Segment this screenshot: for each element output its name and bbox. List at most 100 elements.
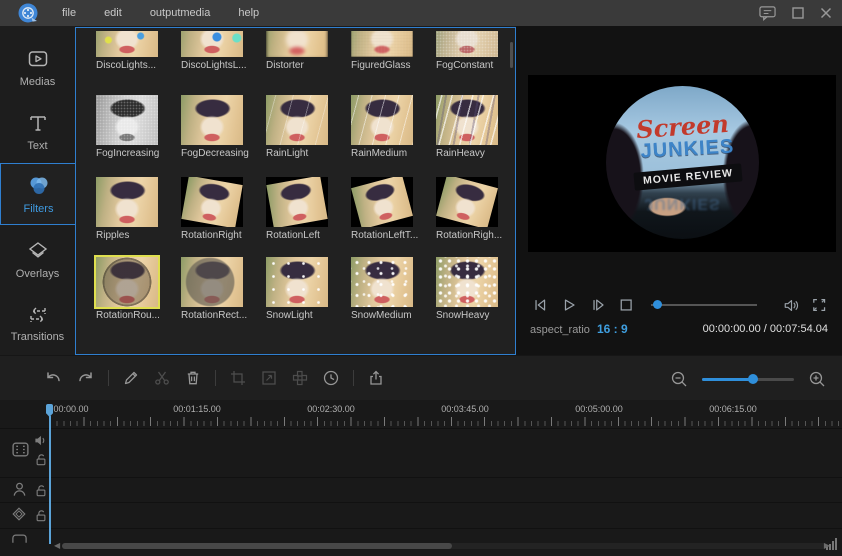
filter-thumbnail-rotrightt[interactable] (436, 177, 498, 227)
filter-label: FogConstant (436, 60, 498, 71)
zoom-out-icon[interactable] (670, 370, 688, 388)
edit-pencil-button[interactable] (122, 369, 140, 387)
feedback-bubble-icon[interactable] (759, 5, 776, 21)
filter-preview-image (436, 257, 498, 307)
filter-label: RotationLeft (266, 230, 328, 241)
zoom-clip-button[interactable] (260, 369, 278, 387)
filter-thumbnail-fogconstant[interactable] (436, 31, 498, 57)
filter-thumbnail-rotrect[interactable] (181, 257, 243, 307)
track-mute-speaker-icon[interactable] (34, 434, 47, 447)
play-button[interactable] (561, 296, 577, 314)
video-editor-window: fileeditoutputmediahelp Medias (0, 0, 842, 556)
filter-thumbnail-disco2[interactable] (181, 31, 243, 57)
aspect-ratio[interactable]: aspect_ratio16 : 9 (530, 322, 628, 336)
filter-thumbnail-fogincreasing[interactable] (96, 95, 158, 145)
menu-file[interactable]: file (48, 0, 90, 26)
filter-thumbnail-rainmedium[interactable] (351, 95, 413, 145)
track-lock-icon[interactable] (35, 453, 47, 466)
filter-thumbnail-rotleftt[interactable] (351, 177, 413, 227)
filter-thumbnail-ripples[interactable] (96, 177, 158, 227)
filter-thumbnail-rainlight[interactable] (266, 95, 328, 145)
mosaic-button[interactable] (291, 369, 309, 387)
filter-item[interactable]: FiguredGlass (351, 31, 413, 71)
filter-item[interactable]: SnowMedium (351, 257, 413, 321)
filter-item[interactable]: Distorter (266, 31, 328, 71)
undo-button[interactable] (44, 369, 63, 387)
filter-item[interactable]: RotationLeftT... (351, 177, 413, 241)
redo-button[interactable] (76, 369, 95, 387)
filters-scrollbar[interactable] (510, 42, 513, 68)
duration-clock-button[interactable] (322, 369, 340, 387)
filter-item[interactable]: RotationRigh... (436, 177, 498, 241)
sidebar-item-medias[interactable]: Medias (0, 36, 75, 98)
menu-help[interactable]: help (224, 0, 273, 26)
preview-info-row: aspect_ratio16 : 9 00:00:00.00 / 00:07:5… (516, 322, 842, 336)
export-button[interactable] (367, 369, 385, 387)
sidebar-item-label: Text (27, 140, 47, 152)
split-scissors-button[interactable] (153, 369, 171, 387)
filter-thumbnail-rainheavy[interactable] (436, 95, 498, 145)
menu-outputmedia[interactable]: outputmedia (136, 0, 225, 26)
sidebar-item-transitions[interactable]: Transitions (0, 292, 75, 354)
filter-item[interactable]: FogConstant (436, 31, 498, 71)
previous-frame-button[interactable] (532, 296, 548, 314)
filter-thumbnail-disco1[interactable] (96, 31, 158, 57)
progress-knob[interactable] (653, 300, 662, 309)
close-icon[interactable] (820, 7, 832, 19)
sidebar-item-filters[interactable]: Filters (0, 163, 76, 225)
playback-controls (516, 290, 842, 320)
playback-progress-slider[interactable] (651, 299, 757, 311)
next-frame-button[interactable] (590, 296, 606, 314)
filter-item[interactable]: RainHeavy (436, 95, 498, 159)
crop-button[interactable] (229, 369, 247, 387)
filter-thumbnail-distorter[interactable] (266, 31, 328, 57)
filter-preview-image (436, 31, 498, 57)
filter-item[interactable]: RotationLeft (266, 177, 328, 241)
menu-edit[interactable]: edit (90, 0, 136, 26)
filter-thumbnail-rotright[interactable] (181, 177, 243, 227)
sidebar-item-overlays[interactable]: Overlays (0, 228, 75, 290)
stop-button[interactable] (619, 297, 633, 313)
filter-thumbnail-fogdecreasing[interactable] (181, 95, 243, 145)
volume-icon[interactable] (783, 297, 799, 314)
fullscreen-icon[interactable] (812, 297, 826, 313)
filter-label: RotationRect... (181, 310, 243, 321)
timeline-scrollbar[interactable] (62, 543, 826, 549)
filter-item[interactable]: SnowHeavy (436, 257, 498, 321)
maximize-icon[interactable] (792, 7, 804, 19)
filter-thumbnail-rotround[interactable] (96, 257, 158, 307)
zoom-in-icon[interactable] (808, 370, 826, 388)
aspect-ratio-value[interactable]: 16 : 9 (597, 322, 628, 336)
filter-item[interactable]: RotationRou... (96, 257, 158, 321)
sidebar-item-text[interactable]: Text (0, 100, 75, 162)
filter-item[interactable]: RainLight (266, 95, 328, 159)
video-preview[interactable]: Screen JUNKIES MOVIE REVIEW JUNKIES (528, 75, 836, 252)
filter-item[interactable]: Ripples (96, 177, 158, 241)
filter-item[interactable]: FogIncreasing (96, 95, 158, 159)
filter-item[interactable]: FogDecreasing (181, 95, 243, 159)
filter-item[interactable]: RainMedium (351, 95, 413, 159)
timeline-ruler[interactable]: 0:00:00.0000:01:15.0000:02:30.0000:03:45… (0, 404, 842, 416)
scrollbar-handle[interactable] (62, 543, 452, 549)
sidebar-item-label: Filters (24, 203, 54, 215)
scroll-left-arrow[interactable]: ◀ (54, 542, 60, 550)
filter-thumbnail-figuredglass[interactable] (351, 31, 413, 57)
filter-item[interactable]: SnowLight (266, 257, 328, 321)
filter-thumbnail-snowmedium[interactable] (351, 257, 413, 307)
filter-item[interactable]: RotationRect... (181, 257, 243, 321)
filter-preview-image (436, 177, 498, 227)
filter-label: SnowMedium (351, 310, 413, 321)
zoom-slider-knob[interactable] (748, 374, 758, 384)
filter-item[interactable]: DiscoLightsL... (181, 31, 243, 71)
filter-thumbnail-snowheavy[interactable] (436, 257, 498, 307)
delete-trash-button[interactable] (184, 369, 202, 387)
track-lock-icon[interactable] (35, 484, 47, 497)
track-lock-icon[interactable] (35, 509, 47, 522)
playhead-line[interactable] (49, 416, 51, 544)
filter-item[interactable]: RotationRight (181, 177, 243, 241)
resize-grip-icon[interactable] (826, 538, 837, 550)
timeline-zoom-slider[interactable] (702, 373, 794, 385)
filter-thumbnail-snowlight[interactable] (266, 257, 328, 307)
filter-item[interactable]: DiscoLights... (96, 31, 158, 71)
filter-thumbnail-rotleft[interactable] (266, 177, 328, 227)
